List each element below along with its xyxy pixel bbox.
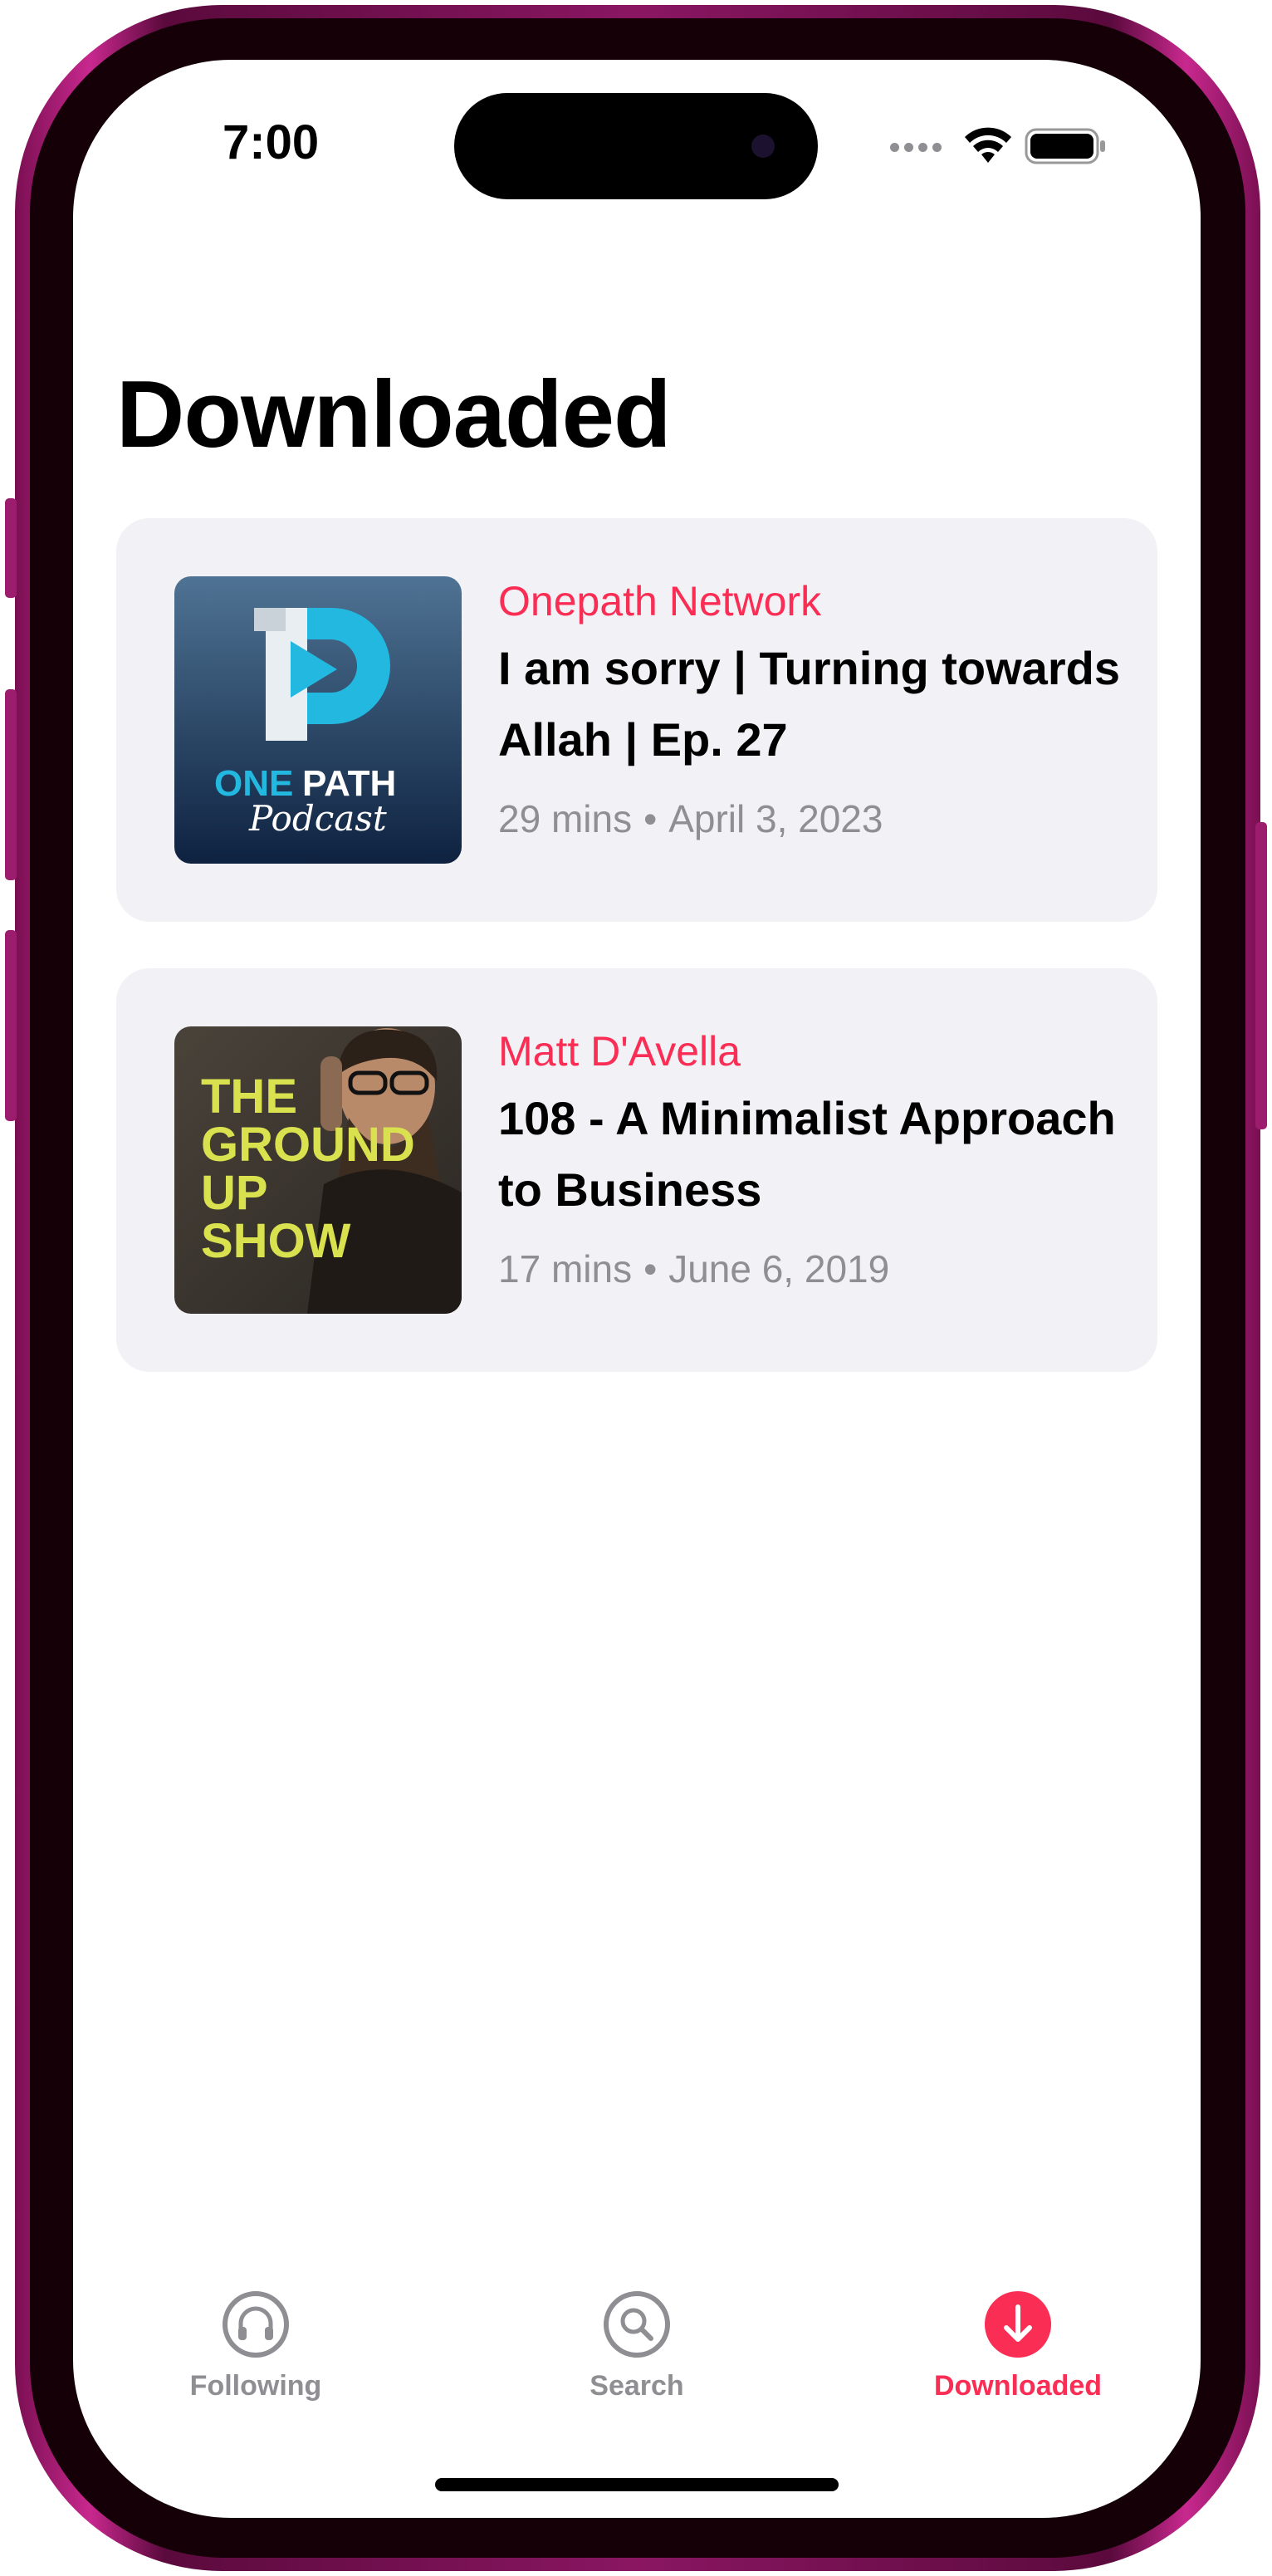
camera-icon	[751, 135, 775, 158]
tab-following[interactable]: Following	[131, 2290, 380, 2402]
artwork-line-1: THE	[201, 1070, 297, 1124]
page-title: Downloaded	[116, 362, 672, 468]
volume-up-button	[5, 689, 17, 880]
artwork-line-2: GROUND	[201, 1118, 415, 1172]
tab-bar: Following Search Downloaded	[73, 2290, 1201, 2423]
episode-title: 108 - A Minimalist Approach to Business	[498, 1092, 1116, 1216]
separator-dot: •	[643, 797, 658, 840]
action-button	[5, 498, 17, 598]
dynamic-island	[454, 93, 818, 199]
separator-dot: •	[643, 1247, 658, 1290]
status-time: 7:00	[223, 115, 320, 169]
episode-title: I am sorry | Turning towards Allah | Ep.…	[498, 642, 1120, 766]
headphones-icon	[223, 2291, 289, 2358]
artwork-line-4: SHOW	[201, 1214, 351, 1268]
tab-label: Search	[590, 2370, 684, 2402]
home-indicator[interactable]	[435, 2478, 839, 2491]
tab-search[interactable]: Search	[512, 2290, 761, 2402]
episode-meta: Onepath Network I am sorry | Turning tow…	[498, 575, 1129, 844]
cellular-signal-icon	[890, 143, 942, 152]
volume-down-button	[5, 930, 17, 1121]
episode-meta: Matt D'Avella 108 - A Minimalist Approac…	[498, 1025, 1129, 1294]
download-icon	[985, 2291, 1051, 2358]
episode-details: 17 mins • June 6, 2019	[498, 1244, 1129, 1294]
artwork-line-3: UP	[201, 1166, 268, 1220]
power-button	[1255, 822, 1267, 1129]
screen: 7:00 Downloaded ONE PATH Podcast Onepath…	[73, 60, 1201, 2518]
show-name: Matt D'Avella	[498, 1028, 741, 1075]
podcast-artwork: THE GROUND UP SHOW	[174, 1026, 462, 1314]
tab-downloaded[interactable]: Downloaded	[893, 2290, 1142, 2402]
episode-card[interactable]: ONE PATH Podcast Onepath Network I am so…	[116, 518, 1157, 922]
logo-text-podcast: Podcast	[248, 798, 387, 839]
episode-duration: 29 mins	[498, 797, 633, 840]
episode-details: 29 mins • April 3, 2023	[498, 794, 1129, 844]
search-icon	[604, 2291, 670, 2358]
show-name: Onepath Network	[498, 578, 822, 624]
wifi-icon	[965, 127, 1011, 163]
battery-icon	[1025, 128, 1105, 164]
episode-date: April 3, 2023	[668, 797, 883, 840]
episode-date: June 6, 2019	[668, 1247, 890, 1290]
episode-card[interactable]: THE GROUND UP SHOW Matt D'Avella 108 - A…	[116, 968, 1157, 1372]
tab-label: Following	[189, 2370, 322, 2402]
episode-duration: 17 mins	[498, 1247, 633, 1290]
podcast-artwork: ONE PATH Podcast	[174, 576, 462, 864]
tab-label: Downloaded	[933, 2370, 1103, 2402]
